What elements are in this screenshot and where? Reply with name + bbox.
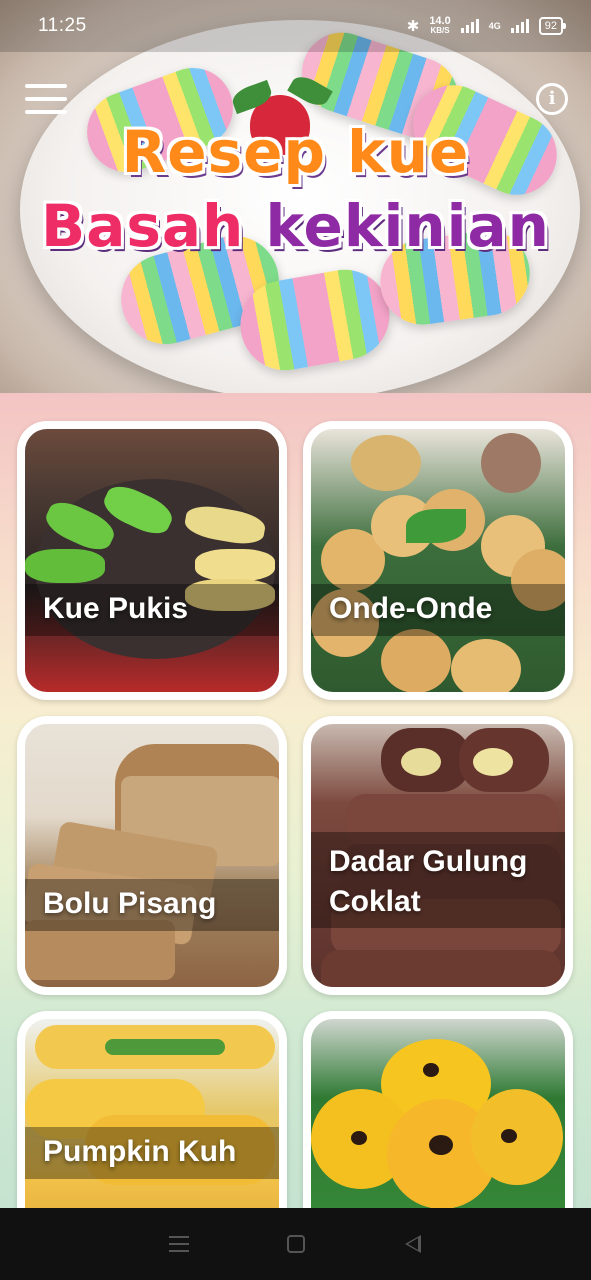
- recipe-title: Onde-Onde: [329, 592, 493, 625]
- status-bar: 11:25 ✱ 14.0 KB/S 4G 92: [0, 0, 591, 52]
- info-icon[interactable]: i: [536, 83, 568, 115]
- recipe-title: Pumpkin Kuh: [43, 1135, 237, 1168]
- network-speed-unit: KB/S: [430, 26, 450, 35]
- network-type: 4G: [488, 21, 501, 31]
- recipe-card-onde-onde[interactable]: Onde-Onde: [303, 421, 573, 700]
- status-time: 11:25: [38, 15, 87, 36]
- recipe-image: Bolu Pisang: [25, 724, 279, 987]
- recipe-image: Pumpkin Kuh: [25, 1019, 279, 1208]
- recent-apps-icon[interactable]: [165, 1232, 193, 1256]
- bluetooth-icon: ✱: [406, 18, 420, 35]
- recipe-card-bolu-pisang[interactable]: Bolu Pisang: [17, 716, 287, 995]
- recipe-image: Dadar Gulung Coklat: [311, 724, 565, 987]
- recipe-image: Onde-Onde: [311, 429, 565, 692]
- recipe-title: Bolu Pisang: [43, 887, 217, 920]
- hamburger-menu-icon[interactable]: [25, 84, 67, 114]
- header-banner: 11:25 ✱ 14.0 KB/S 4G 92 i Resep kue Basa…: [0, 0, 591, 393]
- app-title-line1: Resep kue: [121, 118, 470, 186]
- battery-level: 92: [544, 20, 557, 32]
- app-title-line2: Basah kekinian: [0, 192, 591, 260]
- recipe-card-6[interactable]: [303, 1011, 573, 1208]
- signal-icon: [460, 19, 479, 33]
- recipe-card-kue-pukis[interactable]: Kue Pukis: [17, 421, 287, 700]
- home-icon[interactable]: [282, 1232, 310, 1256]
- recipe-title: Kue Pukis: [43, 592, 189, 625]
- recipe-title: Dadar Gulung Coklat: [329, 845, 528, 918]
- recipe-grid: Kue Pukis Onde-Onde Bolu Pisang Dadar Gu…: [0, 393, 591, 1208]
- back-icon[interactable]: [399, 1232, 427, 1256]
- network-speed: 14.0 KB/S: [429, 16, 450, 36]
- app-title-word-kekinian: kekinian: [265, 192, 550, 260]
- recipe-card-dadar-gulung-coklat[interactable]: Dadar Gulung Coklat: [303, 716, 573, 995]
- app-title-word-basah: Basah: [41, 192, 245, 260]
- signal-icon: [510, 19, 529, 33]
- recipe-card-pumpkin-kuh[interactable]: Pumpkin Kuh: [17, 1011, 287, 1208]
- recipe-image: [311, 1019, 565, 1208]
- system-navigation-bar: [0, 1208, 591, 1280]
- recipe-image: Kue Pukis: [25, 429, 279, 692]
- battery-icon: 92: [538, 17, 567, 35]
